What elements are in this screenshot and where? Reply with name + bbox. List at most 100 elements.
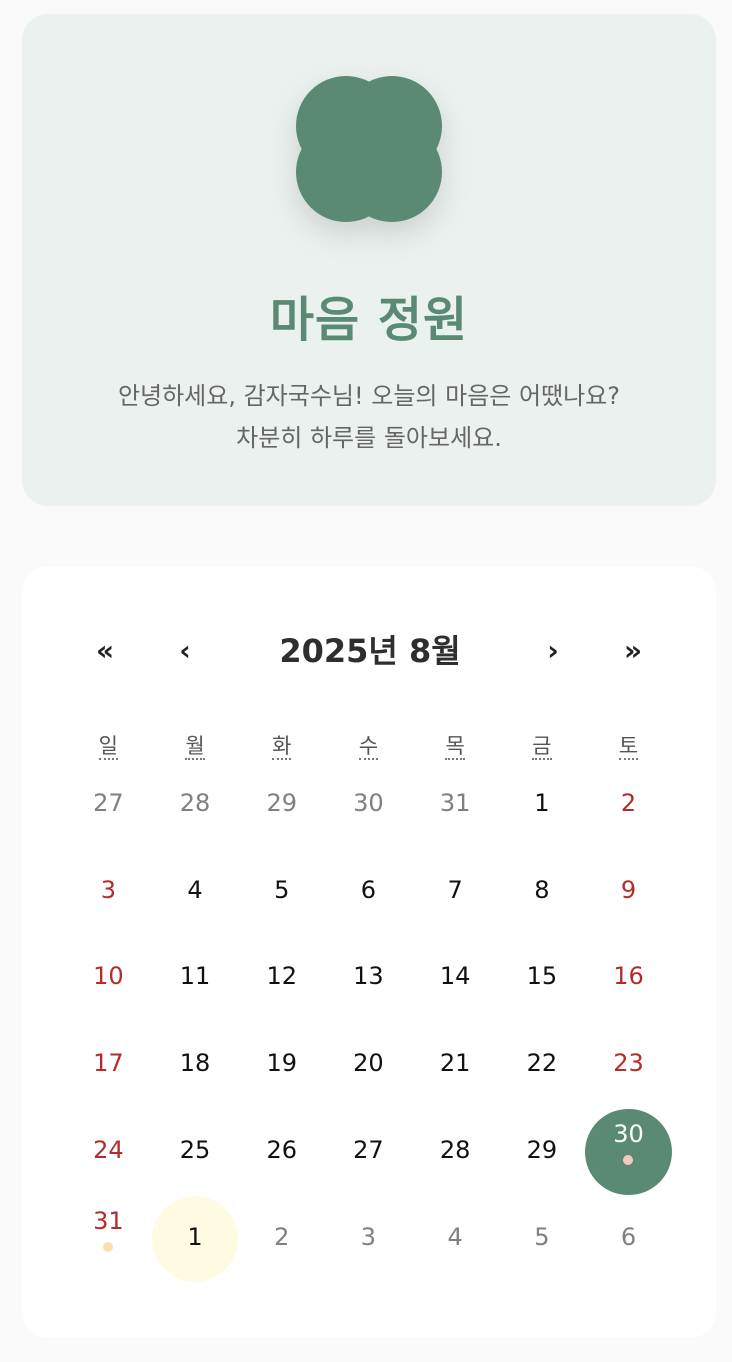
calendar-day-number: 10 xyxy=(93,962,124,991)
calendar-day[interactable]: 28 xyxy=(412,1109,499,1196)
weekday-thu: 목 xyxy=(445,734,465,760)
calendar-day-number: 6 xyxy=(620,1222,637,1251)
calendar-day[interactable]: 27 xyxy=(325,1109,412,1196)
calendar-day-number: 28 xyxy=(179,789,211,817)
calendar-day[interactable]: 29 xyxy=(499,1109,586,1196)
greeting-subtext: 차분히 하루를 돌아보세요. xyxy=(236,424,502,452)
welcome-card: 마음 정원 안녕하세요, 감자국수님! 오늘의 마음은 어땠나요? 차분히 하루… xyxy=(22,14,716,506)
calendar-day-number: 5 xyxy=(534,1222,550,1251)
calendar-day-number: 26 xyxy=(266,1135,297,1164)
calendar-day-number: 1 xyxy=(534,789,550,817)
calendar-day-number: 7 xyxy=(447,875,463,904)
weekday-sat: 토 xyxy=(618,734,639,760)
calendar-day-number: 18 xyxy=(179,1049,211,1078)
calendar-day[interactable]: 24 xyxy=(65,1109,152,1196)
calendar-day[interactable]: 12 xyxy=(238,935,325,1022)
calendar-day-number: 30 xyxy=(353,789,384,817)
calendar-day[interactable]: 3 xyxy=(325,1196,412,1283)
calendar-day-number: 8 xyxy=(534,875,550,904)
calendar-day-number: 2 xyxy=(274,1222,290,1251)
clover-icon xyxy=(294,74,444,224)
calendar-day[interactable]: 13 xyxy=(325,935,412,1022)
calendar-day-number: 27 xyxy=(93,789,124,817)
app-title: 마음 정원 xyxy=(269,292,469,348)
weekday-wed: 수 xyxy=(358,734,379,760)
calendar-day-number: 1 xyxy=(187,1222,203,1251)
calendar-day-number: 2 xyxy=(620,789,637,817)
calendar-day-number: 29 xyxy=(266,789,297,817)
prev-year-button[interactable]: « xyxy=(80,626,130,676)
calendar-day[interactable]: 9 xyxy=(585,849,672,936)
calendar-day-number: 13 xyxy=(353,962,384,991)
greeting-text: 안녕하세요, 감자국수님! 오늘의 마음은 어땠나요? xyxy=(117,382,621,410)
weekday-mon: 월 xyxy=(185,734,205,760)
calendar-day-number: 30 xyxy=(613,1119,644,1148)
calendar-day[interactable]: 1 xyxy=(151,1195,239,1283)
calendar-day-number: 31 xyxy=(439,789,471,817)
calendar-day-number: 6 xyxy=(360,875,377,904)
calendar-day[interactable]: 30 xyxy=(325,762,412,849)
next-month-button[interactable]: › xyxy=(528,626,578,676)
calendar-day[interactable]: 11 xyxy=(152,935,239,1022)
calendar-day-number: 25 xyxy=(179,1135,211,1164)
calendar-day[interactable]: 5 xyxy=(499,1196,586,1283)
calendar-day[interactable]: 8 xyxy=(499,849,586,936)
calendar-day[interactable]: 22 xyxy=(499,1022,586,1109)
calendar-day[interactable]: 27 xyxy=(65,762,152,849)
month-title: 2025년 8월 xyxy=(279,632,461,670)
calendar-day[interactable]: 6 xyxy=(585,1196,672,1283)
weekday-fri: 금 xyxy=(532,734,552,760)
calendar-day[interactable]: 19 xyxy=(238,1022,325,1109)
calendar-day[interactable]: 3 xyxy=(65,849,152,936)
calendar-day-number: 4 xyxy=(187,875,203,904)
calendar-day-number: 3 xyxy=(360,1222,377,1251)
calendar-day[interactable]: 31 xyxy=(65,1196,152,1283)
calendar-day[interactable]: 2 xyxy=(238,1196,325,1283)
calendar-day-number: 29 xyxy=(526,1135,558,1164)
calendar-day-number: 28 xyxy=(439,1135,471,1164)
calendar-day[interactable]: 17 xyxy=(65,1022,152,1109)
calendar-day[interactable]: 14 xyxy=(412,935,499,1022)
calendar-day[interactable]: 18 xyxy=(152,1022,239,1109)
weekday-header: 일 월 화 수 목 금 토 xyxy=(65,728,672,764)
calendar-day[interactable]: 6 xyxy=(325,849,412,936)
calendar-day[interactable]: 4 xyxy=(412,1196,499,1283)
calendar-day-number: 23 xyxy=(613,1049,644,1078)
calendar-day[interactable]: 20 xyxy=(325,1022,412,1109)
calendar-day-number: 27 xyxy=(353,1135,384,1164)
calendar-day-number: 4 xyxy=(447,1222,463,1251)
weekday-tue: 화 xyxy=(272,734,292,760)
calendar-day-number: 12 xyxy=(266,962,297,991)
calendar-day[interactable]: 1 xyxy=(499,762,586,849)
calendar-day[interactable]: 31 xyxy=(412,762,499,849)
calendar-day-number: 22 xyxy=(526,1049,558,1078)
prev-month-button[interactable]: ‹ xyxy=(160,626,210,676)
calendar-day[interactable]: 15 xyxy=(499,935,586,1022)
calendar-day[interactable]: 10 xyxy=(65,935,152,1022)
calendar-day[interactable]: 4 xyxy=(152,849,239,936)
calendar-day[interactable]: 2 xyxy=(585,762,672,849)
calendar-day-number: 5 xyxy=(274,875,290,904)
calendar-day[interactable]: 5 xyxy=(238,849,325,936)
calendar-day[interactable]: 29 xyxy=(238,762,325,849)
calendar-day-number: 15 xyxy=(526,962,558,991)
calendar-day[interactable]: 7 xyxy=(412,849,499,936)
calendar-day-number: 17 xyxy=(93,1049,124,1078)
calendar-day-number: 19 xyxy=(266,1049,297,1078)
calendar-day[interactable]: 28 xyxy=(152,762,239,849)
calendar-day[interactable]: 25 xyxy=(152,1109,239,1196)
calendar-day-number: 20 xyxy=(353,1049,384,1078)
calendar-day[interactable]: 30 xyxy=(585,1108,672,1196)
calendar-card: « ‹ 2025년 8월 › » 일 월 화 수 목 금 토 27 28 29 30 3… xyxy=(22,566,716,1338)
calendar-day[interactable]: 23 xyxy=(585,1022,672,1109)
calendar-day-number: 16 xyxy=(613,962,644,991)
calendar-day-number: 9 xyxy=(620,875,637,904)
calendar-day-number: 14 xyxy=(439,962,471,991)
calendar-day[interactable]: 16 xyxy=(585,935,672,1022)
calendar-day-number: 11 xyxy=(179,962,211,991)
calendar-day-number: 24 xyxy=(93,1135,124,1164)
calendar-day[interactable]: 26 xyxy=(238,1109,325,1196)
next-year-button[interactable]: » xyxy=(608,626,658,676)
mood-entry-dot xyxy=(103,1241,113,1252)
calendar-day[interactable]: 21 xyxy=(412,1022,499,1109)
